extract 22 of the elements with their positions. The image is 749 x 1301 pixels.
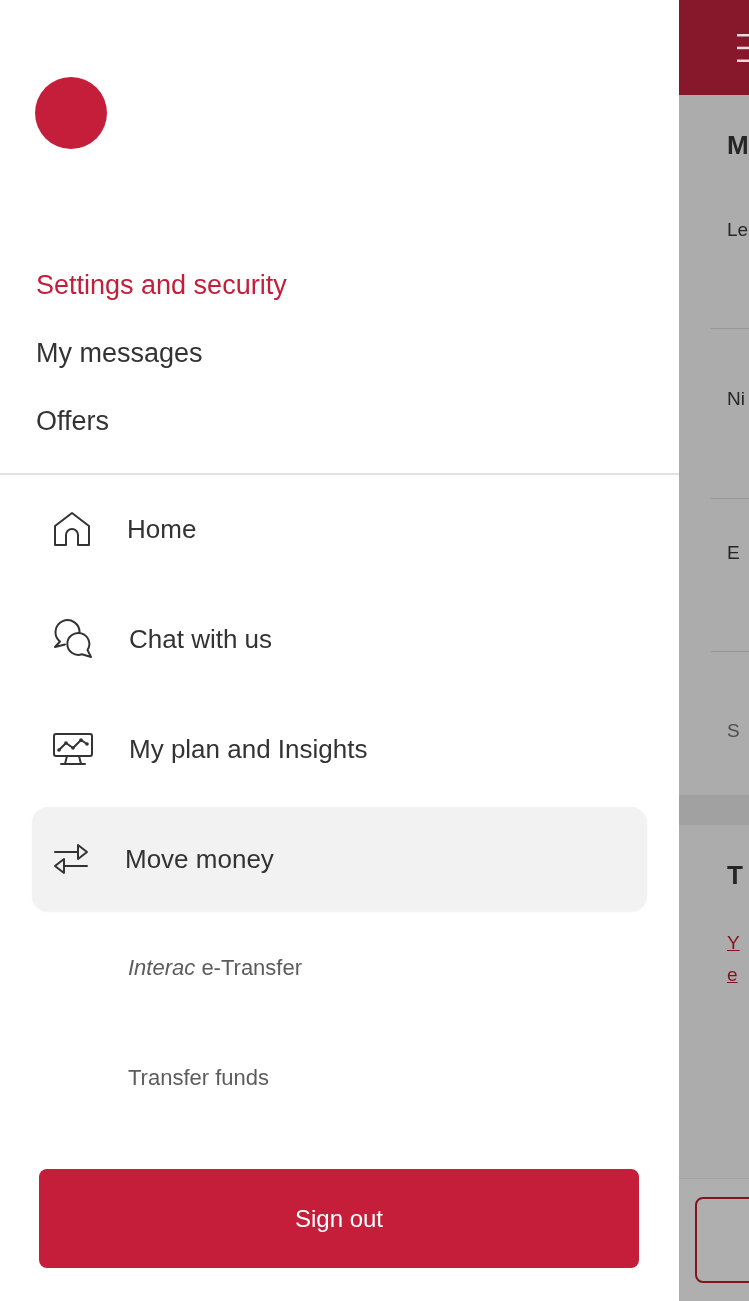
submenu-item[interactable]: Transfer funds [128,1064,270,1092]
nav-item[interactable]: My plan and Insights [32,697,647,801]
field-label: Ni [727,387,745,411]
nav-item[interactable]: Chat with us [32,587,647,691]
nav-item[interactable]: Home [32,477,647,581]
text-link[interactable]: Y e [727,927,740,991]
profile-link[interactable]: Offers [36,404,110,438]
field-label: Le [727,218,749,242]
section-title: M [726,129,749,162]
transfer-arrows-icon [53,841,89,877]
section-title: T [726,860,743,890]
home-icon [53,511,91,547]
note-text: S [727,719,740,743]
nav-item[interactable]: Move money [32,807,647,911]
field-label: E [727,541,740,565]
profile-link[interactable]: My messages [36,336,203,370]
sign-out-button[interactable]: Sign out [39,1169,639,1268]
submenu-item[interactable]: Interac e-Transfer [128,954,303,982]
profile-link[interactable]: Settings and security [36,268,287,302]
menu-icon[interactable] [737,33,749,62]
chat-bubbles-icon [53,619,93,659]
monitor-chart-icon [53,732,93,766]
